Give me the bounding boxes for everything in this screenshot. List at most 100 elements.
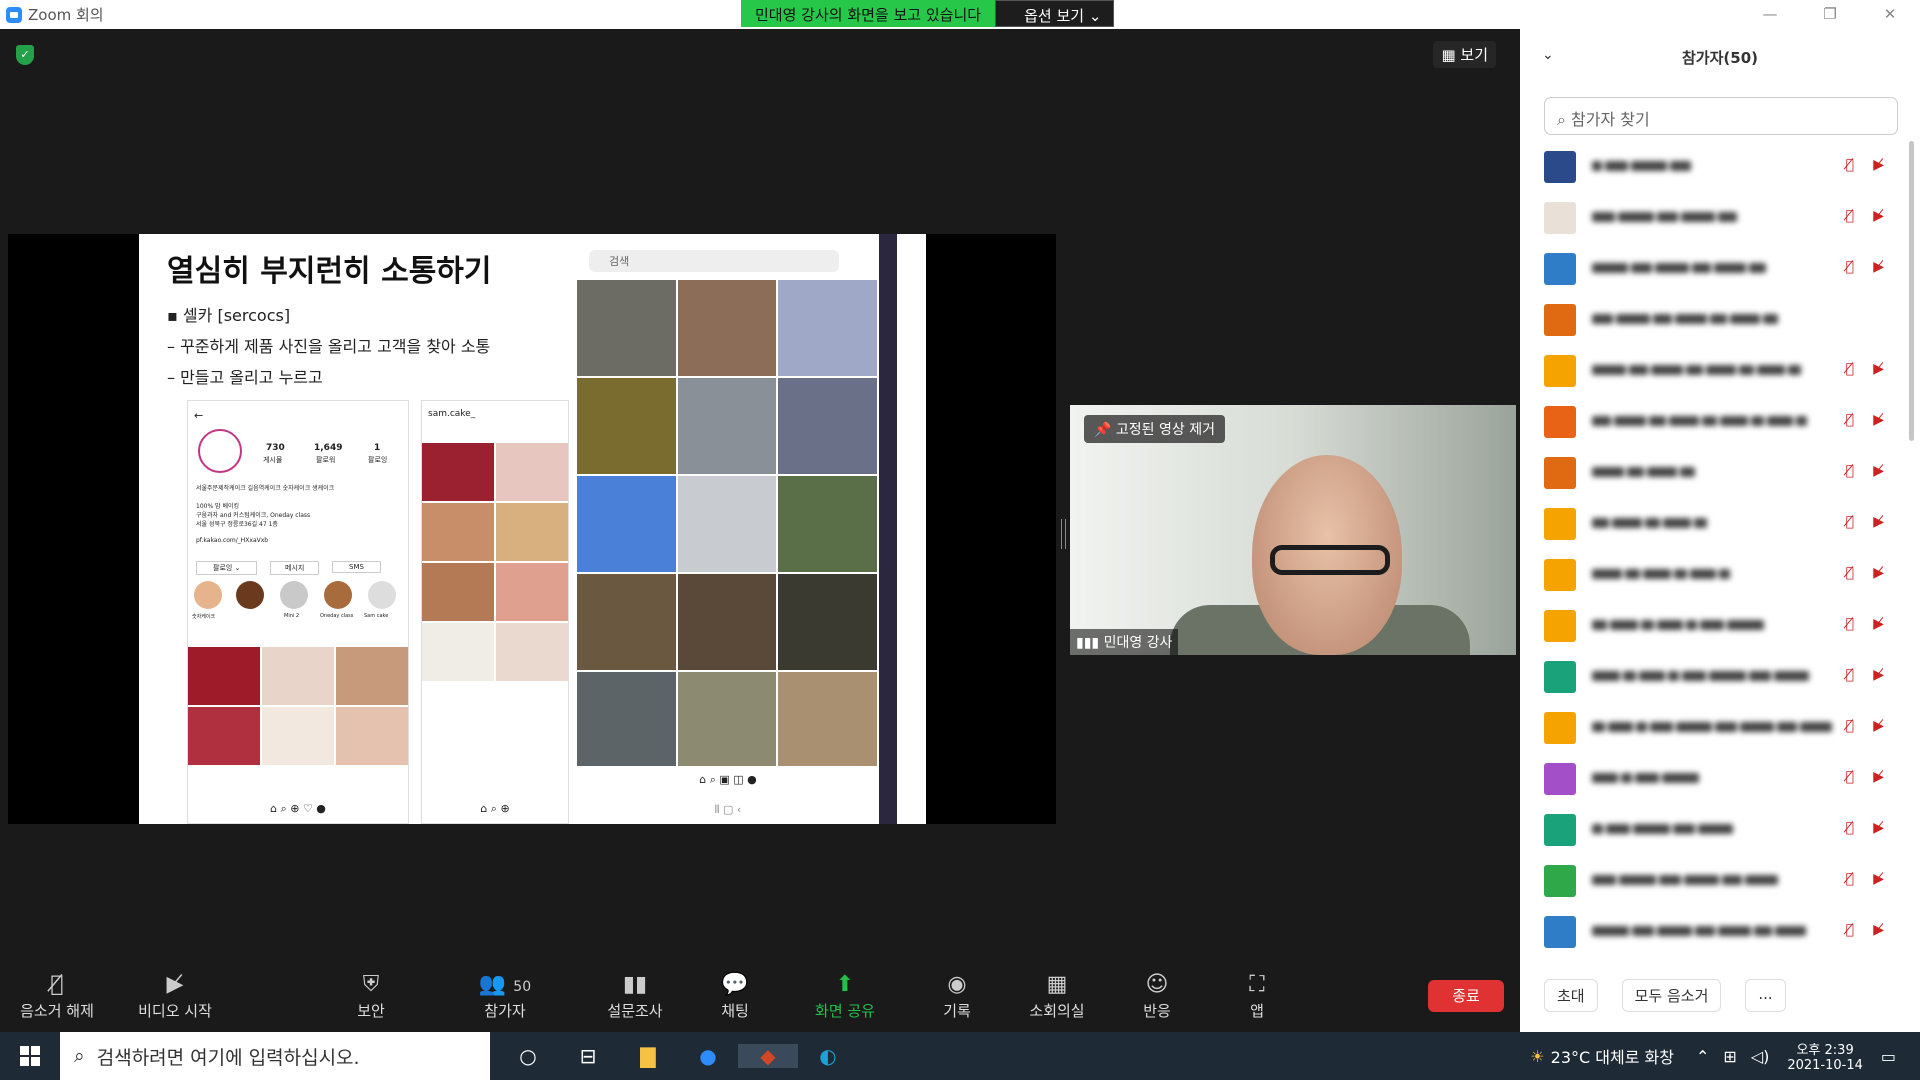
participants-button[interactable]: 👥 50 참가자 bbox=[450, 972, 560, 1021]
participant-row[interactable]: 🎙̸ ▶̸ bbox=[1544, 549, 1884, 600]
explore-search: 검색 bbox=[589, 250, 839, 272]
start-button[interactable] bbox=[0, 1032, 60, 1080]
clock[interactable]: 오후 2:39 2021-10-14 bbox=[1787, 1039, 1863, 1073]
bio-line: 100% 맘 베이킹 bbox=[196, 503, 240, 510]
highlight-label: Mini 2 bbox=[284, 613, 300, 619]
reactions-button[interactable]: ☺ 반응 bbox=[1102, 972, 1212, 1021]
participant-row[interactable]: 🎙̸ ▶̸ bbox=[1544, 243, 1884, 294]
participant-avatar bbox=[1544, 609, 1576, 642]
more-button[interactable]: ... bbox=[1745, 979, 1786, 1012]
posts-count: 730 bbox=[266, 443, 285, 453]
share-label: 화면 공유 bbox=[815, 1002, 875, 1020]
invite-button[interactable]: 초대 bbox=[1544, 979, 1598, 1012]
zoom-logo-icon bbox=[6, 6, 22, 23]
highlight-circle bbox=[324, 581, 352, 609]
participant-name-blurred bbox=[1592, 415, 1832, 428]
instagram-explore-screenshot: 검색 ⌂ ⌕ ▣ ◫ ● ⦀ ▢ ‹ bbox=[577, 234, 897, 824]
participant-row[interactable]: 🎙̸ ▶̸ bbox=[1544, 906, 1884, 957]
start-video-button[interactable]: ▶̸ 비디오 시작 bbox=[120, 972, 230, 1021]
security-shield-icon: ⛨ bbox=[362, 972, 380, 997]
participant-name-blurred bbox=[1592, 364, 1832, 377]
powerpoint-app-icon[interactable]: ◆ bbox=[738, 1044, 798, 1068]
mic-muted-icon: 🎙̸ bbox=[1845, 922, 1854, 938]
weather-icon: ☀ bbox=[1530, 1046, 1545, 1066]
unpin-video-button[interactable]: 📌 고정된 영상 제거 bbox=[1084, 415, 1225, 443]
instagram-grid-screenshot: sam.cake_ ⌂ ⌕ ⊕ bbox=[421, 400, 569, 824]
close-button[interactable]: ✕ bbox=[1860, 0, 1920, 29]
volume-icon[interactable]: ◁) bbox=[1751, 1047, 1770, 1066]
security-label: 보안 bbox=[357, 1002, 385, 1020]
weather-text[interactable]: 23°C 대체로 화창 bbox=[1551, 1044, 1674, 1068]
participant-row[interactable]: 🎙̸ ▶̸ bbox=[1544, 651, 1884, 702]
participant-row[interactable]: 🎙̸ ▶̸ bbox=[1544, 753, 1884, 804]
participant-name-blurred bbox=[1592, 160, 1832, 173]
minimize-button[interactable]: — bbox=[1740, 0, 1800, 29]
encryption-shield-icon[interactable]: ✓ bbox=[16, 45, 34, 65]
participant-row[interactable]: 🎙̸ ▶̸ bbox=[1544, 447, 1884, 498]
view-options-button[interactable]: 옵션 보기 ⌄ bbox=[995, 0, 1115, 27]
followers-label: 팔로워 bbox=[316, 456, 336, 464]
participant-row[interactable]: 🎙̸ ▶̸ bbox=[1544, 855, 1884, 906]
taskbar-search[interactable]: ⌕ 검색하려면 여기에 입력하십시오. bbox=[60, 1032, 490, 1080]
posts-label: 게시물 bbox=[263, 456, 283, 464]
speaker-name: 민대영 강사 bbox=[1103, 635, 1173, 651]
notification-icon[interactable]: ▭ bbox=[1881, 1047, 1896, 1066]
poll-button[interactable]: ▮▮ 설문조사 bbox=[580, 972, 690, 1021]
highlight-label: Sam cake bbox=[364, 613, 389, 619]
participant-row[interactable]: 🎙̸ ▶̸ bbox=[1544, 498, 1884, 549]
network-icon[interactable]: ⊞ bbox=[1723, 1047, 1736, 1066]
apps-button[interactable]: ⛶ 앱 bbox=[1202, 972, 1312, 1021]
unmute-button[interactable]: 🎙̸ 음소거 해제 bbox=[2, 972, 112, 1021]
video-off-icon: ▶̸ bbox=[1873, 922, 1884, 938]
bio-line: pf.kakao.com/_HXxaVxb bbox=[196, 537, 269, 544]
participant-row[interactable] bbox=[1544, 294, 1884, 345]
participant-avatar bbox=[1544, 762, 1576, 795]
split-resize-handle[interactable] bbox=[1061, 519, 1066, 549]
tray-chevron-icon[interactable]: ⌃ bbox=[1696, 1047, 1709, 1066]
mic-muted-icon: 🎙̸ bbox=[1845, 412, 1854, 428]
back-arrow-icon: ← bbox=[194, 409, 204, 422]
participant-row[interactable]: 🎙̸ ▶̸ bbox=[1544, 141, 1884, 192]
restore-button[interactable]: ❐ bbox=[1800, 0, 1860, 29]
participant-scrollbar[interactable] bbox=[1909, 141, 1914, 441]
breakout-grid-icon: ▦ bbox=[1046, 972, 1068, 997]
end-meeting-button[interactable]: 종료 bbox=[1428, 980, 1504, 1012]
start-video-label: 비디오 시작 bbox=[138, 1002, 212, 1020]
file-explorer-icon[interactable]: ▇ bbox=[618, 1044, 678, 1068]
highlight-label: Oneday class bbox=[320, 613, 354, 619]
view-button[interactable]: ▦ 보기 bbox=[1433, 41, 1496, 68]
edge-browser-icon[interactable]: ◐ bbox=[798, 1044, 858, 1068]
record-button[interactable]: ◉ 기록 bbox=[902, 972, 1012, 1021]
cortana-icon[interactable]: ○ bbox=[498, 1044, 558, 1068]
poll-chart-icon: ▮▮ bbox=[622, 972, 648, 997]
mute-all-button[interactable]: 모두 음소거 bbox=[1621, 979, 1722, 1012]
video-off-icon: ▶̸ bbox=[1873, 412, 1884, 428]
window-title: Zoom 회의 bbox=[28, 6, 104, 24]
breakout-label: 소회의실 bbox=[1029, 1002, 1085, 1020]
participant-row[interactable]: 🎙̸ ▶̸ bbox=[1544, 192, 1884, 243]
video-off-icon: ▶̸ bbox=[1873, 820, 1884, 836]
participant-row[interactable]: 🎙̸ ▶̸ bbox=[1544, 804, 1884, 855]
breakout-rooms-button[interactable]: ▦ 소회의실 bbox=[1002, 972, 1112, 1021]
chat-button[interactable]: 💬 채팅 bbox=[680, 972, 790, 1021]
participant-row[interactable]: 🎙̸ ▶̸ bbox=[1544, 396, 1884, 447]
security-button[interactable]: ⛨ 보안 bbox=[316, 972, 426, 1021]
zoom-app-icon[interactable]: ● bbox=[678, 1044, 738, 1068]
video-off-icon: ▶̸ bbox=[1873, 871, 1884, 887]
bio-line: 서울주문제작케이크 길음역케이크 숫자케이크 생케이크 bbox=[196, 485, 335, 492]
video-off-icon: ▶̸ bbox=[1873, 208, 1884, 224]
participant-name-blurred bbox=[1592, 721, 1832, 734]
task-view-icon[interactable]: ⊟ bbox=[558, 1044, 618, 1068]
participant-row[interactable]: 🎙̸ ▶̸ bbox=[1544, 702, 1884, 753]
participant-row[interactable]: 🎙̸ ▶̸ bbox=[1544, 600, 1884, 651]
shared-screen: 열심히 부지런히 소통하기 ▪ 셀카 [sercocs] – 꾸준하게 제품 사… bbox=[8, 234, 1056, 824]
participant-search-input[interactable]: ⌕ 참가자 찾기 bbox=[1544, 97, 1898, 135]
highlight-circle bbox=[194, 581, 222, 609]
participant-row[interactable]: 🎙̸ ▶̸ bbox=[1544, 345, 1884, 396]
view-button-label: 보기 bbox=[1460, 46, 1488, 64]
slide-bullet: – 만들고 올리고 누르고 bbox=[167, 368, 323, 387]
participant-avatar bbox=[1544, 252, 1576, 285]
share-screen-button[interactable]: ⬆ 화면 공유 bbox=[790, 972, 900, 1021]
followers-count: 1,649 bbox=[314, 443, 343, 453]
reaction-label: 반응 bbox=[1143, 1002, 1171, 1020]
